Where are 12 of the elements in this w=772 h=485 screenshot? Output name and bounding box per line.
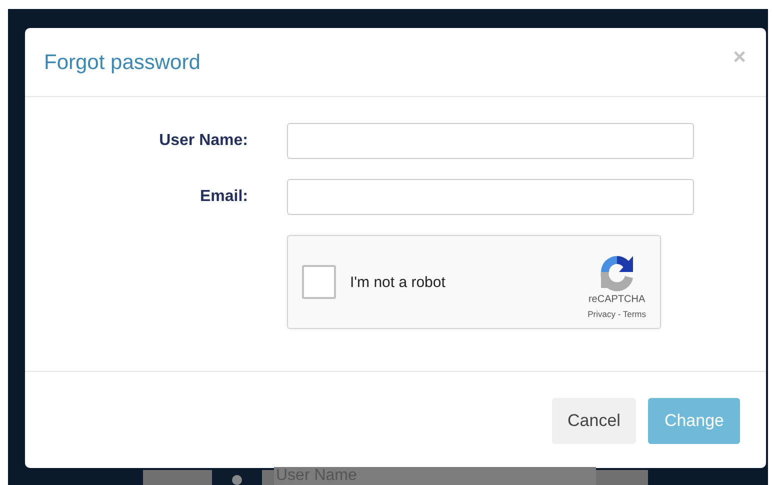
captcha-label: I'm not a robot [350,274,446,290]
change-button[interactable]: Change [648,398,740,444]
captcha-checkbox[interactable] [302,265,336,299]
field-label: User Name: [158,132,249,150]
cancel-button[interactable]: Cancel [552,398,636,444]
input-field[interactable] [287,123,694,159]
recaptcha-brand: reCAPTCHA [588,294,646,304]
field-label: Email: [198,188,249,206]
privacy-terms-links[interactable]: Privacy - Terms [588,308,646,318]
input-field[interactable] [287,179,694,215]
close-button[interactable]: × [733,44,746,70]
dialog-title: Forgot password [44,51,200,75]
